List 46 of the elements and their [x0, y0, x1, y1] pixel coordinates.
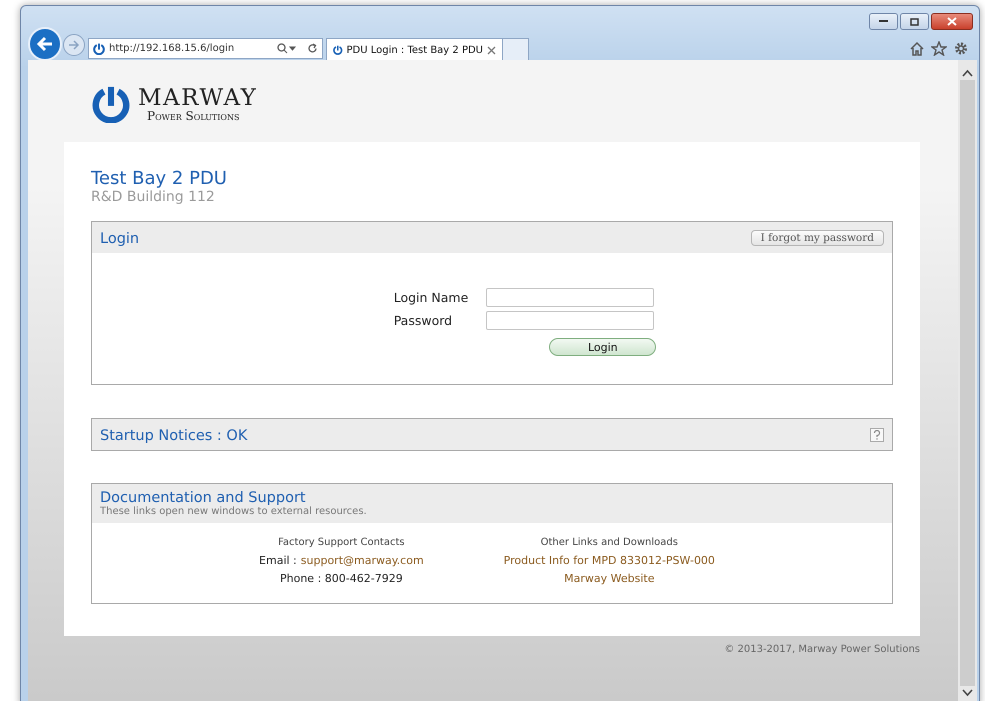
login-button[interactable]: Login [549, 338, 656, 356]
star-icon[interactable] [931, 41, 947, 56]
link[interactable]: Marway Website [564, 572, 654, 585]
device-location: R&D Building 112 [91, 189, 215, 205]
panel-title: Documentation and Support [100, 490, 307, 506]
settings-icon[interactable] [953, 41, 969, 56]
input-field[interactable] [486, 311, 654, 330]
link[interactable]: support@marway.com [300, 554, 424, 567]
device-name: Test Bay 2 PDU [91, 168, 227, 189]
forward-arrow-icon [68, 40, 80, 50]
panel-subtitle: These links open new windows to external resources. [100, 506, 367, 517]
browser-tab[interactable]: PDU Login : Test Bay 2 PDU [326, 38, 503, 61]
panel-title: Login [100, 231, 140, 247]
column-heading: Other Links and Downloads [540, 537, 678, 548]
back-button[interactable] [28, 27, 62, 61]
scroll-up-icon[interactable] [962, 69, 973, 77]
back-arrow-icon [36, 36, 54, 52]
field-label: Password [394, 313, 454, 328]
link[interactable]: Product Info for MPD 833012-PSW-000 [504, 554, 715, 567]
contact-text: Email : [259, 554, 297, 567]
minimize-icon [879, 20, 888, 23]
power-logo-icon [333, 44, 343, 56]
maximize-button[interactable] [900, 13, 929, 30]
refresh-icon[interactable] [307, 43, 318, 54]
scroll-down-icon[interactable] [962, 689, 973, 697]
panel-title: Startup Notices : OK [100, 428, 248, 444]
power-logo-icon [92, 85, 130, 123]
home-icon[interactable] [909, 41, 925, 56]
copyright-text: © 2013-2017, Marway Power Solutions [724, 644, 920, 655]
brand-tagline: Power Solutions [147, 110, 240, 122]
close-button[interactable] [931, 13, 973, 30]
help-icon[interactable] [873, 430, 881, 440]
minimize-button[interactable] [869, 13, 898, 30]
power-logo-icon [93, 42, 105, 54]
close-tab-icon[interactable] [487, 46, 496, 54]
input-field[interactable] [486, 288, 654, 307]
maximize-icon [910, 18, 919, 26]
address-bar[interactable]: http://192.168.15.6/login [88, 38, 323, 59]
column-heading: Factory Support Contacts [278, 537, 405, 548]
url-text: http://192.168.15.6/login [109, 43, 236, 54]
field-label: Login Name [394, 290, 468, 305]
contact-text: Phone : 800-462-7929 [280, 572, 403, 585]
close-icon [947, 17, 957, 26]
forgot-password-button[interactable]: I forgot my password [750, 230, 884, 246]
brand-name: MARWAY [138, 86, 258, 110]
scrollbar[interactable] [958, 60, 977, 701]
